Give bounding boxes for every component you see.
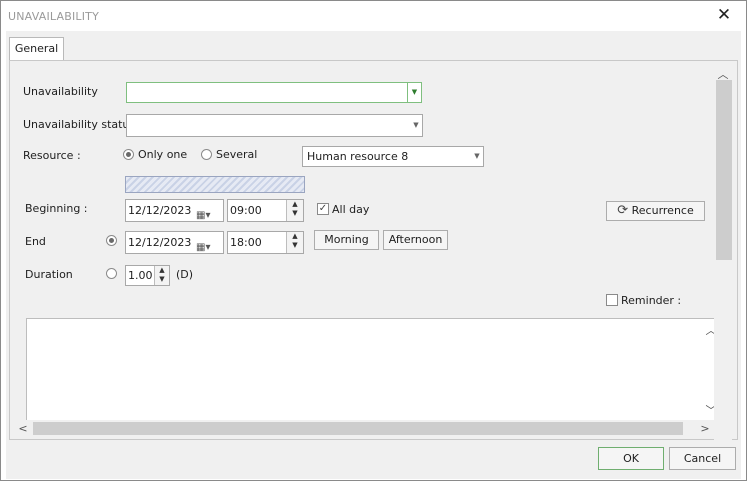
unavailability-combo[interactable]: ▼ bbox=[126, 82, 422, 103]
refresh-icon: ⟳ bbox=[617, 203, 629, 218]
duration-label: Duration bbox=[25, 268, 73, 281]
radio-only-one-label: Only one bbox=[138, 148, 188, 161]
all-day-checkbox[interactable]: ✓ bbox=[317, 203, 329, 215]
duration-spinner[interactable]: ▲ ▼ bbox=[154, 266, 169, 285]
end-date-input[interactable]: 12/12/2023 ▦▾ bbox=[125, 231, 224, 254]
close-icon[interactable]: ✕ bbox=[713, 5, 735, 27]
ok-button[interactable]: OK bbox=[598, 447, 664, 470]
resource-color-bar bbox=[125, 176, 305, 193]
scroll-left-icon[interactable]: < bbox=[17, 422, 29, 435]
notes-memo[interactable] bbox=[26, 318, 720, 436]
cancel-button[interactable]: Cancel bbox=[669, 447, 736, 470]
vertical-scroll-thumb[interactable] bbox=[716, 80, 732, 260]
end-time-value: 18:00 bbox=[230, 236, 262, 249]
end-time-input[interactable]: 18:00 ▲ ▼ bbox=[227, 231, 304, 254]
radio-several[interactable] bbox=[201, 149, 212, 160]
radio-end[interactable] bbox=[106, 235, 117, 246]
duration-unit: (D) bbox=[176, 268, 194, 281]
end-calendar-icon[interactable]: ▦▾ bbox=[196, 237, 210, 253]
resource-label: Resource : bbox=[23, 149, 81, 162]
unavailability-label: Unavailability bbox=[23, 85, 98, 98]
morning-button[interactable]: Morning bbox=[314, 230, 379, 250]
afternoon-button[interactable]: Afternoon bbox=[383, 230, 448, 250]
recurrence-button[interactable]: ⟳ Recurrence bbox=[606, 201, 705, 221]
beginning-date-input[interactable]: 12/12/2023 ▦▾ bbox=[125, 199, 224, 222]
calendar-icon[interactable]: ▦▾ bbox=[196, 205, 210, 221]
reminder-label: Reminder : bbox=[621, 294, 682, 307]
end-date-value: 12/12/2023 bbox=[128, 236, 192, 249]
recurrence-label: Recurrence bbox=[631, 204, 694, 217]
status-dropdown-icon[interactable]: ▼ bbox=[410, 115, 422, 136]
resource-value: Human resource 8 bbox=[307, 150, 409, 163]
duration-input[interactable]: 1.00 ▲ ▼ bbox=[125, 265, 170, 286]
reminder-checkbox[interactable] bbox=[606, 294, 618, 306]
scroll-right-icon[interactable]: > bbox=[699, 422, 711, 435]
resource-dropdown-icon[interactable]: ▼ bbox=[471, 147, 483, 166]
duration-value: 1.00 bbox=[128, 269, 153, 282]
end-label: End bbox=[25, 235, 46, 248]
unavailability-dropdown-icon[interactable]: ▼ bbox=[407, 83, 421, 102]
horizontal-scroll-thumb[interactable] bbox=[33, 422, 683, 435]
beginning-time-spinner[interactable]: ▲ ▼ bbox=[286, 200, 303, 221]
beginning-time-input[interactable]: 09:00 ▲ ▼ bbox=[227, 199, 304, 222]
radio-several-label: Several bbox=[216, 148, 258, 161]
resource-select[interactable]: Human resource 8 ▼ bbox=[302, 146, 484, 167]
radio-only-one[interactable] bbox=[123, 149, 134, 160]
beginning-time-value: 09:00 bbox=[230, 204, 262, 217]
all-day-label: All day bbox=[332, 203, 370, 216]
beginning-label: Beginning : bbox=[25, 202, 88, 215]
radio-duration[interactable] bbox=[106, 268, 117, 279]
status-combo[interactable]: ▼ bbox=[126, 114, 423, 137]
end-time-spinner[interactable]: ▲ ▼ bbox=[286, 232, 303, 253]
tab-general[interactable]: General bbox=[9, 37, 64, 61]
status-label: Unavailability status bbox=[23, 118, 136, 131]
dialog-title: UNAVAILABILITY bbox=[8, 10, 99, 23]
beginning-date-value: 12/12/2023 bbox=[128, 204, 192, 217]
